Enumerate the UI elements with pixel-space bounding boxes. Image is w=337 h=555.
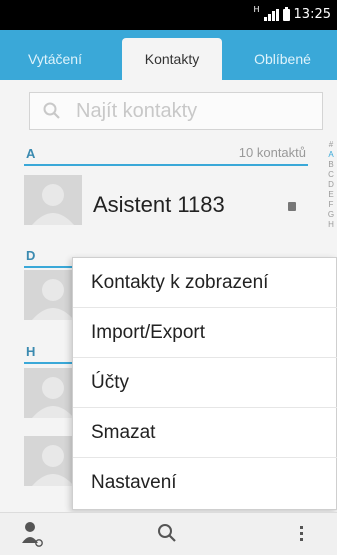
search-input[interactable]	[76, 96, 316, 126]
index-letter[interactable]: B	[325, 160, 337, 170]
clock: 13:25	[293, 7, 331, 22]
search-icon	[158, 524, 176, 542]
section-letter: H	[26, 344, 36, 359]
tab-bar: Vytáčení Kontakty Oblíbené	[0, 30, 337, 80]
network-type: H	[253, 5, 260, 14]
menu-item-accounts[interactable]: Účty	[73, 358, 337, 408]
index-letter[interactable]: F	[325, 200, 337, 210]
menu-item-label: Smazat	[91, 422, 156, 443]
section-header-a: A 10 kontaktů	[24, 142, 308, 166]
status-bar: H 13:25	[0, 0, 337, 30]
battery-icon	[282, 6, 290, 21]
index-letter[interactable]: G	[325, 210, 337, 220]
default-avatar-icon	[24, 175, 82, 225]
tab-favorites[interactable]: Oblíbené	[228, 30, 337, 80]
menu-item-delete[interactable]: Smazat	[73, 408, 337, 458]
index-letter[interactable]: A	[325, 150, 337, 160]
more-options-button[interactable]	[270, 513, 330, 555]
contact-count: 10 kontaktů	[238, 145, 306, 160]
alphabet-index[interactable]: # A B C D E F G H	[325, 140, 337, 230]
contacts-app: H 13:25 Vytáčení Kontakty Oblíbené A 10 …	[0, 0, 337, 555]
index-letter[interactable]: D	[325, 180, 337, 190]
menu-item-contacts-to-display[interactable]: Kontakty k zobrazení	[73, 258, 337, 308]
search-button[interactable]	[138, 513, 198, 555]
sim-card-icon	[288, 202, 296, 211]
menu-item-label: Kontakty k zobrazení	[91, 272, 269, 293]
section-letter: D	[26, 248, 36, 263]
bottom-action-bar	[0, 512, 337, 555]
add-contact-icon	[22, 522, 43, 547]
tab-contacts[interactable]: Kontakty	[122, 38, 222, 80]
menu-item-label: Nastavení	[91, 472, 177, 493]
search-box[interactable]	[29, 92, 323, 130]
index-letter[interactable]: #	[325, 140, 337, 150]
overflow-menu: Kontakty k zobrazení Import/Export Účty …	[72, 257, 337, 510]
signal-icon	[263, 8, 279, 21]
index-letter[interactable]: E	[325, 190, 337, 200]
menu-item-settings[interactable]: Nastavení	[73, 458, 337, 508]
contact-name[interactable]: Asistent 1183	[93, 192, 225, 218]
tab-dialer[interactable]: Vytáčení	[0, 30, 110, 80]
section-letter: A	[26, 146, 36, 161]
menu-item-label: Import/Export	[91, 322, 206, 343]
index-letter[interactable]: H	[325, 220, 337, 230]
index-letter[interactable]: C	[325, 170, 337, 180]
search-icon	[43, 102, 60, 119]
avatar[interactable]	[24, 175, 82, 225]
add-contact-button[interactable]	[8, 513, 68, 555]
menu-item-import-export[interactable]: Import/Export	[73, 308, 337, 358]
menu-item-label: Účty	[91, 372, 129, 393]
status-icons: H 13:25	[253, 5, 331, 22]
more-options-icon	[300, 526, 303, 541]
